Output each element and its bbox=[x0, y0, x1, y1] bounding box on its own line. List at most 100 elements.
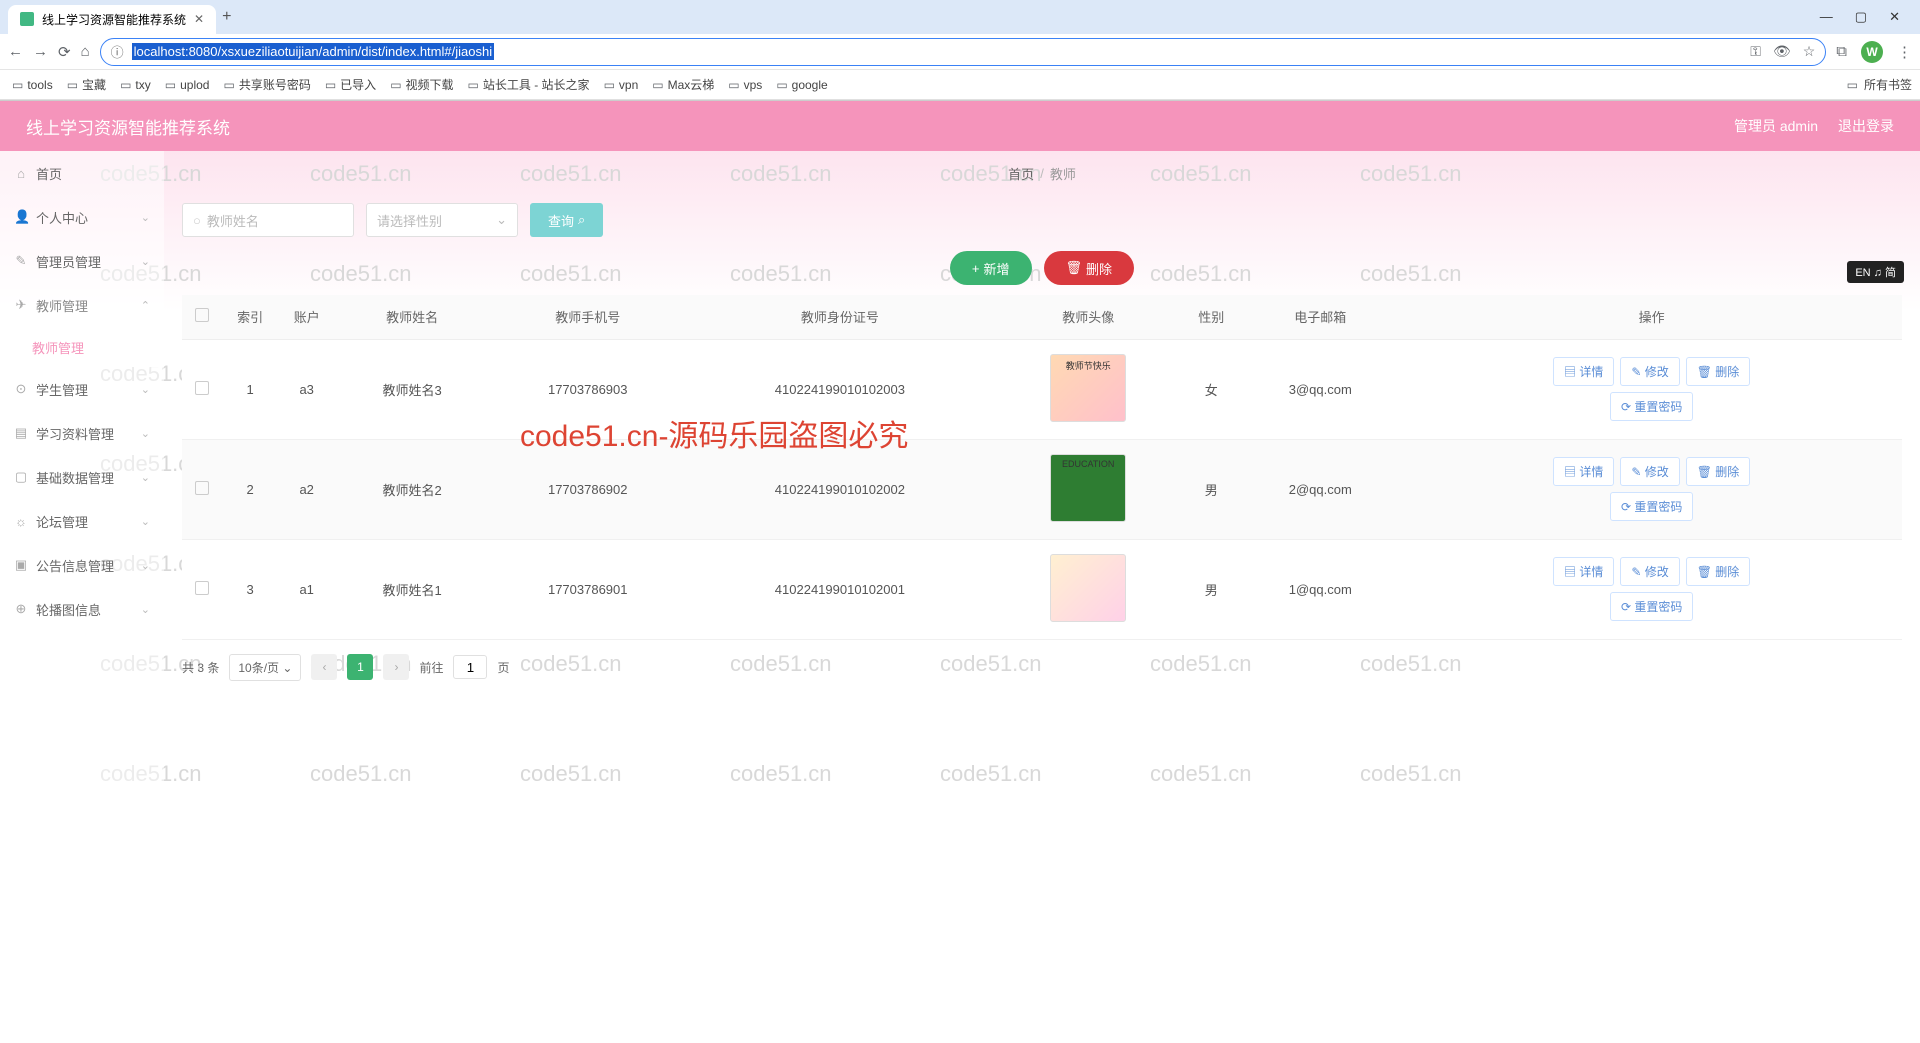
cell-name: 教师姓名3 bbox=[335, 339, 489, 439]
teacher-name-input[interactable]: ○ 教师姓名 bbox=[182, 203, 354, 237]
cell-account: a1 bbox=[278, 539, 335, 639]
menu-icon: ▣ bbox=[14, 557, 28, 573]
bookmark-item[interactable]: ▭google bbox=[772, 76, 831, 94]
gender-select[interactable]: 请选择性别 ⌄ bbox=[366, 203, 518, 237]
reset-password-button[interactable]: ⟳ 重置密码 bbox=[1610, 392, 1693, 421]
sidebar-item[interactable]: ☼论坛管理⌄ bbox=[0, 499, 164, 543]
cell-phone: 17703786901 bbox=[489, 539, 687, 639]
row-checkbox[interactable] bbox=[195, 381, 209, 395]
menu-icon: ✎ bbox=[14, 253, 28, 269]
forward-icon[interactable]: → bbox=[33, 43, 48, 60]
avatar-thumbnail[interactable] bbox=[1050, 554, 1126, 622]
info-icon[interactable]: ⓘ bbox=[111, 42, 124, 61]
row-checkbox[interactable] bbox=[195, 481, 209, 495]
table-row: 2a2教师姓名217703786902410224199010102002EDU… bbox=[182, 439, 1902, 539]
row-delete-button[interactable]: 🗑 删除 bbox=[1686, 457, 1751, 486]
folder-icon: ▭ bbox=[1847, 78, 1858, 92]
breadcrumb-home[interactable]: 首页 bbox=[1008, 164, 1034, 183]
page-1-button[interactable]: 1 bbox=[347, 654, 373, 680]
url-text: localhost:8080/xsxueziliaotuijian/admin/… bbox=[132, 43, 494, 60]
bookmark-item[interactable]: ▭uplod bbox=[161, 76, 214, 94]
cell-phone: 17703786902 bbox=[489, 439, 687, 539]
detail-button[interactable]: ▤ 详情 bbox=[1553, 357, 1614, 386]
cell-gender: 男 bbox=[1183, 539, 1239, 639]
folder-icon: ▭ bbox=[776, 78, 787, 92]
bookmark-item[interactable]: ▭共享账号密码 bbox=[219, 74, 314, 95]
sidebar-item[interactable]: 👤个人中心⌄ bbox=[0, 195, 164, 239]
edit-button[interactable]: ✎ 修改 bbox=[1620, 357, 1679, 386]
bookmark-item[interactable]: ▭txy bbox=[116, 76, 155, 94]
cell-idcard: 410224199010102002 bbox=[687, 439, 994, 539]
star-icon[interactable]: ☆ bbox=[1803, 43, 1816, 60]
sidebar-item[interactable]: ▤学习资料管理⌄ bbox=[0, 411, 164, 455]
sidebar-item[interactable]: ✎管理员管理⌄ bbox=[0, 239, 164, 283]
reload-icon[interactable]: ⟳ bbox=[58, 43, 71, 61]
sidebar-item[interactable]: ✈教师管理⌃ bbox=[0, 283, 164, 327]
prev-page-button[interactable]: ‹ bbox=[311, 654, 337, 680]
new-tab-button[interactable]: + bbox=[222, 8, 231, 26]
sidebar-item[interactable]: ⊕轮播图信息⌄ bbox=[0, 587, 164, 631]
reset-password-button[interactable]: ⟳ 重置密码 bbox=[1610, 492, 1693, 521]
next-page-button[interactable]: › bbox=[383, 654, 409, 680]
folder-icon: ▭ bbox=[325, 78, 336, 92]
row-delete-button[interactable]: 🗑 删除 bbox=[1686, 557, 1751, 586]
detail-button[interactable]: ▤ 详情 bbox=[1553, 457, 1614, 486]
bookmark-item[interactable]: ▭站长工具 - 站长之家 bbox=[464, 74, 594, 95]
bookmark-item[interactable]: ▭vpn bbox=[600, 76, 643, 94]
cell-ops: ▤ 详情✎ 修改🗑 删除 ⟳ 重置密码 bbox=[1401, 339, 1902, 439]
cell-idcard: 410224199010102001 bbox=[687, 539, 994, 639]
extensions-icon[interactable]: ⧉ bbox=[1836, 43, 1847, 60]
current-user[interactable]: 管理员 admin bbox=[1734, 116, 1818, 136]
all-bookmarks[interactable]: 所有书签 bbox=[1864, 76, 1912, 93]
avatar-thumbnail[interactable]: EDUCATION bbox=[1050, 454, 1126, 522]
avatar-thumbnail[interactable]: 教师节快乐 bbox=[1050, 354, 1126, 422]
chevron-down-icon: ⌄ bbox=[141, 559, 150, 572]
home-icon[interactable]: ⌂ bbox=[81, 43, 90, 60]
cell-gender: 女 bbox=[1183, 339, 1239, 439]
address-bar[interactable]: ⓘ localhost:8080/xsxueziliaotuijian/admi… bbox=[100, 38, 1827, 66]
back-icon[interactable]: ← bbox=[8, 43, 23, 60]
goto-label: 前往 bbox=[419, 659, 443, 676]
breadcrumb-sep: / bbox=[1040, 166, 1044, 181]
bookmark-item[interactable]: ▭tools bbox=[8, 76, 57, 94]
menu-icon[interactable]: ⋮ bbox=[1897, 43, 1912, 61]
sidebar-item[interactable]: ▣公告信息管理⌄ bbox=[0, 543, 164, 587]
select-all-checkbox[interactable] bbox=[195, 308, 209, 322]
delete-button[interactable]: 🗑 删除 bbox=[1044, 251, 1135, 285]
menu-icon: 👤 bbox=[14, 209, 28, 225]
eye-icon[interactable]: 👁 bbox=[1773, 43, 1791, 60]
goto-suffix: 页 bbox=[497, 659, 509, 676]
edit-button[interactable]: ✎ 修改 bbox=[1620, 557, 1679, 586]
bookmark-item[interactable]: ▭已导入 bbox=[321, 74, 380, 95]
cell-ops: ▤ 详情✎ 修改🗑 删除 ⟳ 重置密码 bbox=[1401, 439, 1902, 539]
row-delete-button[interactable]: 🗑 删除 bbox=[1686, 357, 1751, 386]
teacher-table: 索引账户教师姓名教师手机号教师身份证号教师头像性别电子邮箱操作 1a3教师姓名3… bbox=[182, 295, 1902, 640]
sidebar-sub-item[interactable]: 教师管理 bbox=[0, 327, 164, 367]
bookmark-item[interactable]: ▭Max云梯 bbox=[648, 74, 718, 95]
goto-input[interactable] bbox=[453, 655, 487, 679]
reset-password-button[interactable]: ⟳ 重置密码 bbox=[1610, 592, 1693, 621]
sidebar-item[interactable]: ⌂首页 bbox=[0, 151, 164, 195]
filter-row: ○ 教师姓名 请选择性别 ⌄ 查询 ⌕ bbox=[182, 195, 1902, 251]
row-checkbox[interactable] bbox=[195, 581, 209, 595]
logout-link[interactable]: 退出登录 bbox=[1838, 116, 1894, 136]
sidebar-item[interactable]: ⊙学生管理⌄ bbox=[0, 367, 164, 411]
sidebar-item[interactable]: ▢基础数据管理⌄ bbox=[0, 455, 164, 499]
bookmark-item[interactable]: ▭vps bbox=[724, 76, 766, 94]
profile-avatar[interactable]: W bbox=[1861, 41, 1883, 63]
bookmark-item[interactable]: ▭视频下载 bbox=[386, 74, 457, 95]
detail-button[interactable]: ▤ 详情 bbox=[1553, 557, 1614, 586]
edit-button[interactable]: ✎ 修改 bbox=[1620, 457, 1679, 486]
query-button[interactable]: 查询 ⌕ bbox=[530, 203, 603, 237]
maximize-icon[interactable]: ▢ bbox=[1855, 9, 1867, 25]
close-window-icon[interactable]: ✕ bbox=[1889, 9, 1900, 25]
add-button[interactable]: + 新增 bbox=[950, 251, 1032, 285]
close-tab-icon[interactable]: ✕ bbox=[194, 12, 204, 26]
favicon bbox=[20, 12, 34, 26]
key-icon[interactable]: ⚿ bbox=[1750, 43, 1761, 60]
minimize-icon[interactable]: — bbox=[1820, 9, 1833, 25]
browser-tab[interactable]: 线上学习资源智能推荐系统 ✕ bbox=[8, 5, 216, 34]
bookmark-item[interactable]: ▭宝藏 bbox=[63, 74, 110, 95]
lang-badge[interactable]: EN ♫ 简 bbox=[1847, 261, 1904, 283]
page-size-select[interactable]: 10条/页 ⌄ bbox=[229, 654, 301, 681]
